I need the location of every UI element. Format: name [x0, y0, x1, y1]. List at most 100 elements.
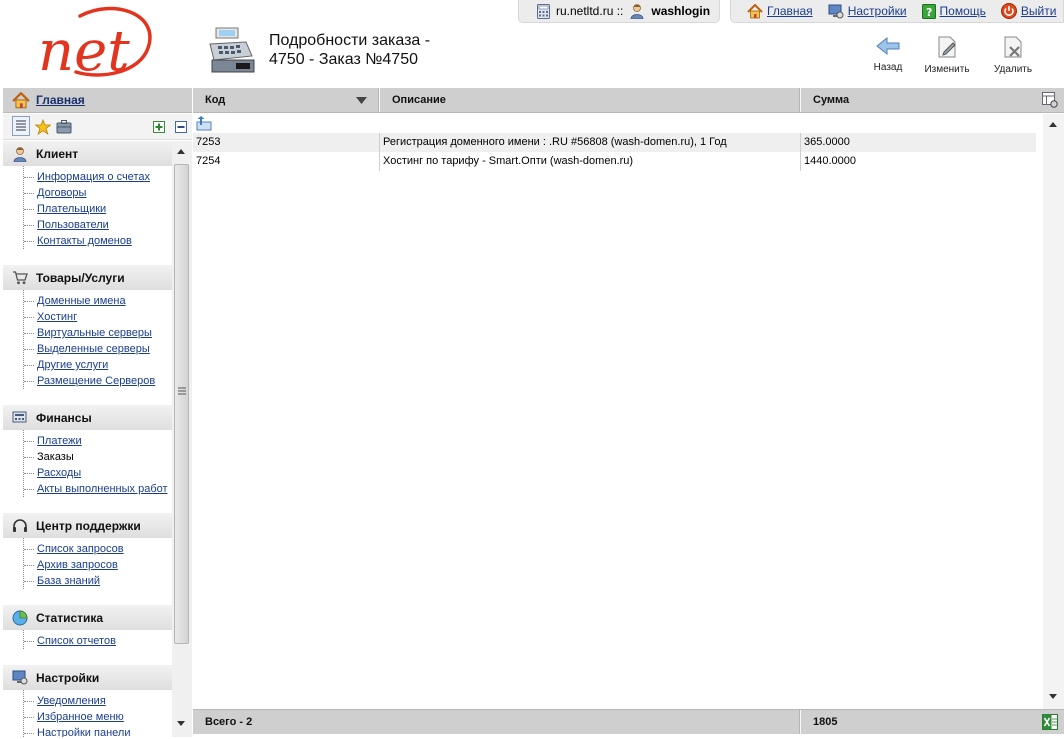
nav-group-items: Информация о счетах Договоры Плательщики… — [23, 166, 172, 249]
home-icon — [12, 91, 30, 108]
sidebar-home-label[interactable]: Главная — [36, 93, 85, 107]
up-level-row — [193, 114, 1036, 133]
table-row[interactable]: 7254 Хостинг по тарифу - Smart.Опти (was… — [193, 152, 1036, 171]
sidebar-item-requests-archive[interactable]: Архив запросов — [24, 557, 172, 573]
scroll-up-arrow[interactable] — [1049, 122, 1057, 127]
delete-button[interactable]: Удалить — [990, 36, 1036, 75]
help-link-label[interactable]: Помощь — [940, 4, 986, 18]
svg-text:?: ? — [926, 6, 932, 19]
sidebar-item-users[interactable]: Пользователи — [24, 217, 172, 233]
column-separator — [379, 133, 380, 152]
table-header: Код Описание Сумма — [193, 88, 1064, 113]
column-header-description[interactable]: Описание — [392, 88, 446, 112]
sort-desc-icon[interactable] — [356, 97, 367, 104]
nav-group-services: Товары/Услуги Доменные имена Хостинг Вир… — [3, 265, 172, 389]
briefcase-icon[interactable] — [56, 119, 72, 134]
expand-all-icon[interactable] — [153, 121, 165, 133]
sidebar-item-favorites-menu[interactable]: Избранное меню — [24, 709, 172, 725]
sidebar-item-domains[interactable]: Доменные имена — [24, 293, 172, 309]
scroll-up-arrow[interactable] — [177, 149, 185, 154]
column-header-code[interactable]: Код — [205, 88, 225, 112]
nav-group-header[interactable]: Товары/Услуги — [3, 265, 172, 290]
nav-group-title: Товары/Услуги — [36, 270, 125, 285]
home-link-label[interactable]: Главная — [767, 4, 813, 18]
logout-link-label[interactable]: Выйти — [1021, 4, 1057, 18]
table-scrollbar[interactable] — [1043, 114, 1064, 709]
sidebar-item-expenses[interactable]: Расходы — [24, 465, 172, 481]
cart-icon — [13, 271, 28, 285]
sidebar-item-payments[interactable]: Платежи — [24, 433, 172, 449]
settings-link-label[interactable]: Настройки — [848, 4, 907, 18]
finance-icon — [12, 411, 27, 423]
cell-code: 7254 — [196, 155, 221, 167]
nav-group-header[interactable]: Статистика — [3, 605, 172, 630]
edit-button[interactable]: Изменить — [920, 36, 974, 75]
sidebar-item-requests[interactable]: Список запросов — [24, 541, 172, 557]
edit-button-label: Изменить — [924, 64, 970, 75]
excel-export-icon[interactable] — [1042, 714, 1058, 730]
power-icon — [1000, 3, 1017, 19]
sidebar-item-domain-contacts[interactable]: Контакты доменов — [24, 233, 172, 249]
collapse-all-icon[interactable] — [175, 121, 187, 133]
scroll-down-arrow[interactable] — [177, 721, 185, 726]
nav-group-title: Финансы — [36, 410, 92, 425]
help-link[interactable]: ? Помощь — [921, 3, 986, 19]
sidebar-item-acts[interactable]: Акты выполненных работ — [24, 481, 172, 497]
calculator-icon — [537, 3, 550, 19]
nav-group-header[interactable]: Клиент — [3, 141, 172, 166]
sidebar-item-orders[interactable]: Заказы — [24, 449, 172, 465]
logout-link[interactable]: Выйти — [1000, 3, 1057, 19]
nav-group-items: Уведомления Избранное меню Настройки пан… — [23, 690, 172, 737]
net-logo[interactable]: net — [36, 6, 160, 82]
nav-group-title: Клиент — [36, 146, 79, 161]
cell-code: 7253 — [196, 136, 221, 148]
sidebar-item-reports[interactable]: Список отчетов — [24, 633, 172, 649]
pie-chart-icon — [12, 610, 28, 625]
nav-group-items: Доменные имена Хостинг Виртуальные серве… — [23, 290, 172, 389]
home-icon — [747, 3, 763, 18]
settings-link[interactable]: Настройки — [828, 4, 907, 19]
username[interactable]: washlogin — [651, 4, 710, 18]
scrollbar-thumb[interactable] — [174, 164, 189, 644]
delete-document-icon — [1004, 36, 1022, 58]
logo-text: net — [38, 19, 130, 82]
sidebar-item-colocation[interactable]: Размещение Серверов — [24, 373, 172, 389]
nav-group-header[interactable]: Финансы — [3, 405, 172, 430]
back-arrow-icon — [876, 36, 900, 56]
nav-group-client: Клиент Информация о счетах Договоры Плат… — [3, 141, 172, 249]
favorites-star-icon[interactable] — [35, 119, 51, 135]
column-header-sum[interactable]: Сумма — [813, 88, 849, 112]
user-bar: ru.netltd.ru :: washlogin — [518, 0, 720, 23]
cell-sum: 365.0000 — [804, 136, 850, 148]
nav-group-header[interactable]: Настройки — [3, 665, 172, 690]
sidebar-item-vps[interactable]: Виртуальные серверы — [24, 325, 172, 341]
level-up-icon[interactable] — [196, 116, 213, 131]
sidebar-item-billing-info[interactable]: Информация о счетах — [24, 169, 172, 185]
sidebar-item-hosting[interactable]: Хостинг — [24, 309, 172, 325]
column-separator — [378, 88, 380, 112]
column-separator — [799, 710, 801, 734]
column-settings-icon[interactable] — [1042, 92, 1058, 108]
nav-group-title: Статистика — [36, 610, 104, 625]
back-button[interactable]: Назад — [868, 36, 908, 73]
sidebar-item-knowledge-base[interactable]: База знаний — [24, 573, 172, 589]
nav-group-items: Платежи Заказы Расходы Акты выполненных … — [23, 430, 172, 497]
sidebar-item-contracts[interactable]: Договоры — [24, 185, 172, 201]
column-separator — [800, 133, 801, 152]
nav-group-items: Список запросов Архив запросов База знан… — [23, 538, 172, 589]
sidebar-item-other-services[interactable]: Другие услуги — [24, 357, 172, 373]
sidebar-item-payers[interactable]: Плательщики — [24, 201, 172, 217]
top-links: Главная Настройки ? Помощь Выйти — [730, 0, 1064, 23]
sidebar-item-dedicated[interactable]: Выделенные серверы — [24, 341, 172, 357]
monitor-icon — [12, 670, 28, 685]
scroll-down-arrow[interactable] — [1049, 694, 1057, 699]
sidebar-item-notifications[interactable]: Уведомления — [24, 693, 172, 709]
home-link[interactable]: Главная — [747, 3, 813, 19]
table-row[interactable]: 7253 Регистрация доменного имени : .RU #… — [193, 133, 1036, 152]
tree-list-icon[interactable] — [12, 116, 30, 136]
sidebar-item-panel-settings[interactable]: Настройки панели — [24, 725, 172, 737]
cash-register-icon — [209, 27, 255, 73]
sidebar-home[interactable]: Главная — [3, 88, 192, 113]
sidebar-scrollbar[interactable] — [172, 141, 192, 737]
nav-group-header[interactable]: Центр поддержки — [3, 513, 172, 538]
